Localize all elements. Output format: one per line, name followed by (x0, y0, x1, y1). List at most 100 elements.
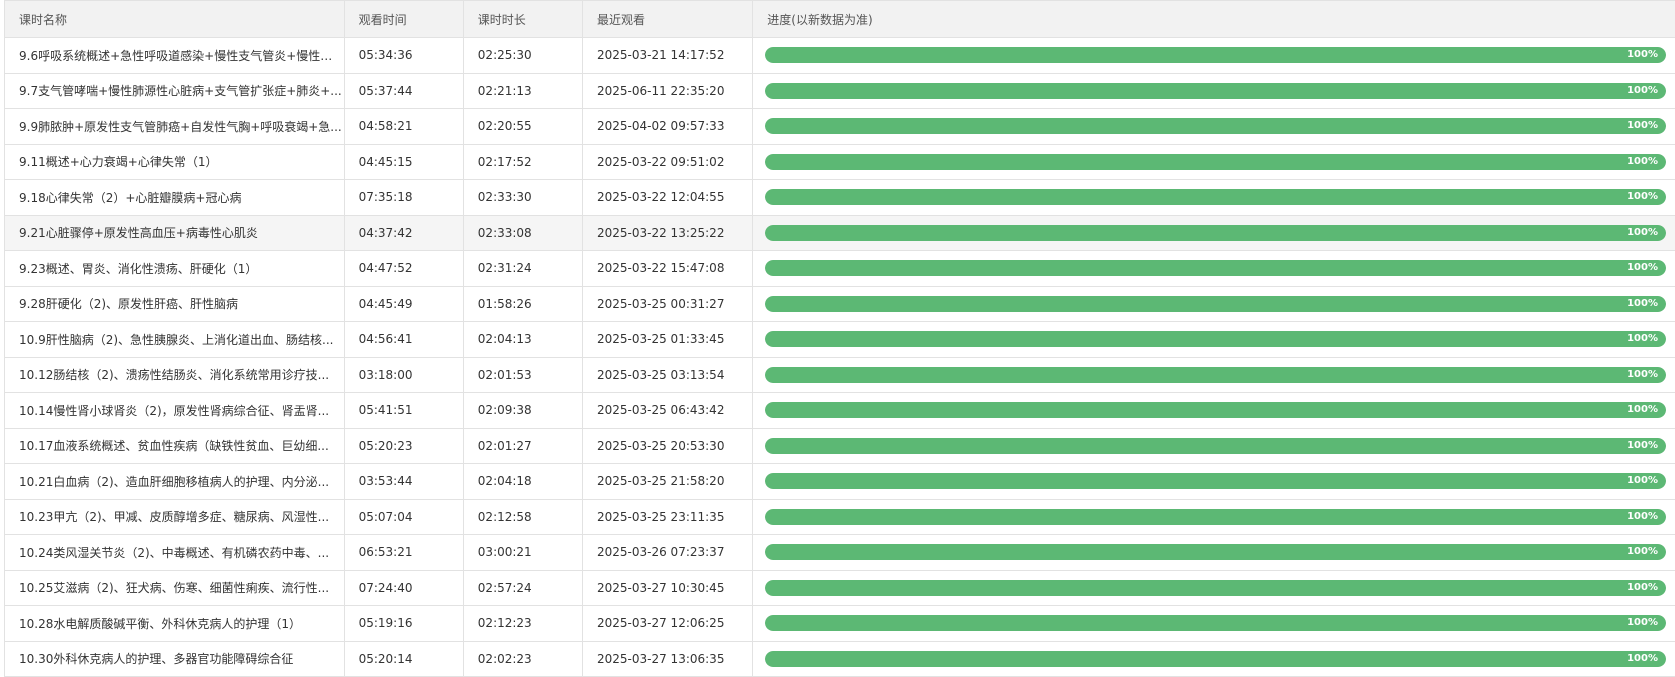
last-watched-cell: 2025-03-25 21:58:20 (583, 464, 753, 500)
progress-bar: 100% (765, 544, 1666, 560)
progress-bar: 100% (765, 225, 1666, 241)
progress-bar-fill (765, 154, 1666, 170)
course-name-cell: 9.21心脏骤停+原发性高血压+病毒性心肌炎 (5, 215, 345, 251)
last-watched-cell: 2025-03-22 12:04:55 (583, 180, 753, 216)
header-watch-time: 观看时间 (344, 1, 463, 38)
progress-cell: 100% (753, 641, 1675, 677)
table-row[interactable]: 9.28肝硬化（2)、原发性肝癌、肝性脑病04:45:4901:58:26202… (5, 286, 1675, 322)
table-row[interactable]: 10.30外科休克病人的护理、多器官功能障碍综合征05:20:1402:02:2… (5, 641, 1675, 677)
last-watched-cell: 2025-04-02 09:57:33 (583, 109, 753, 145)
progress-bar: 100% (765, 296, 1666, 312)
progress-percent-label: 100% (1627, 402, 1658, 418)
table-row[interactable]: 10.25艾滋病（2)、狂犬病、伤寒、细菌性痢疾、流行性...07:24:400… (5, 570, 1675, 606)
progress-percent-label: 100% (1627, 83, 1658, 99)
last-watched-cell: 2025-03-22 15:47:08 (583, 251, 753, 287)
watch-time-cell: 05:34:36 (344, 38, 463, 74)
header-duration: 课时时长 (463, 1, 582, 38)
table-row[interactable]: 10.24类风湿关节炎（2)、中毒概述、有机磷农药中毒、...06:53:210… (5, 535, 1675, 571)
progress-bar-fill (765, 473, 1666, 489)
table-row[interactable]: 10.23甲亢（2)、甲减、皮质醇增多症、糖尿病、风湿性...05:07:040… (5, 499, 1675, 535)
table-row[interactable]: 10.12肠结核（2)、溃疡性结肠炎、消化系统常用诊疗技...03:18:000… (5, 357, 1675, 393)
table-row[interactable]: 10.17血液系统概述、贫血性疾病（缺铁性贫血、巨幼细...05:20:2302… (5, 428, 1675, 464)
watch-time-cell: 07:24:40 (344, 570, 463, 606)
progress-bar: 100% (765, 260, 1666, 276)
table-row[interactable]: 10.14慢性肾小球肾炎（2)，原发性肾病综合征、肾盂肾...05:41:510… (5, 393, 1675, 429)
watch-time-cell: 03:18:00 (344, 357, 463, 393)
progress-cell: 100% (753, 251, 1675, 287)
course-name-cell: 10.14慢性肾小球肾炎（2)，原发性肾病综合征、肾盂肾... (5, 393, 345, 429)
last-watched-cell: 2025-03-22 13:25:22 (583, 215, 753, 251)
progress-bar-fill (765, 438, 1666, 454)
progress-percent-label: 100% (1627, 509, 1658, 525)
progress-bar-fill (765, 118, 1666, 134)
progress-bar-fill (765, 367, 1666, 383)
course-name-cell: 10.9肝性脑病（2)、急性胰腺炎、上消化道出血、肠结核... (5, 322, 345, 358)
progress-bar: 100% (765, 580, 1666, 596)
progress-bar: 100% (765, 118, 1666, 134)
progress-percent-label: 100% (1627, 225, 1658, 241)
progress-bar-fill (765, 47, 1666, 63)
progress-cell: 100% (753, 357, 1675, 393)
progress-bar-fill (765, 580, 1666, 596)
progress-cell: 100% (753, 464, 1675, 500)
watch-time-cell: 05:20:23 (344, 428, 463, 464)
duration-cell: 02:02:23 (463, 641, 582, 677)
table-row[interactable]: 9.7支气管哮喘+慢性肺源性心脏病+支气管扩张症+肺炎+...05:37:440… (5, 73, 1675, 109)
course-progress-table: 课时名称 观看时间 课时时长 最近观看 进度(以新数据为准) 9.6呼吸系统概述… (4, 0, 1675, 677)
duration-cell: 02:01:53 (463, 357, 582, 393)
course-name-cell: 10.30外科休克病人的护理、多器官功能障碍综合征 (5, 641, 345, 677)
progress-bar: 100% (765, 615, 1666, 631)
duration-cell: 02:57:24 (463, 570, 582, 606)
duration-cell: 02:20:55 (463, 109, 582, 145)
table-row[interactable]: 9.11概述+心力衰竭+心律失常（1）04:45:1502:17:522025-… (5, 144, 1675, 180)
course-name-cell: 10.25艾滋病（2)、狂犬病、伤寒、细菌性痢疾、流行性... (5, 570, 345, 606)
progress-percent-label: 100% (1627, 580, 1658, 596)
progress-cell: 100% (753, 535, 1675, 571)
duration-cell: 03:00:21 (463, 535, 582, 571)
duration-cell: 02:33:30 (463, 180, 582, 216)
progress-bar-fill (765, 331, 1666, 347)
progress-cell: 100% (753, 393, 1675, 429)
table-row[interactable]: 9.21心脏骤停+原发性高血压+病毒性心肌炎04:37:4202:33:0820… (5, 215, 1675, 251)
course-name-cell: 9.6呼吸系统概述+急性呼吸道感染+慢性支气管炎+慢性阻... (5, 38, 345, 74)
course-name-cell: 9.9肺脓肿+原发性支气管肺癌+自发性气胸+呼吸衰竭+急... (5, 109, 345, 145)
progress-bar-fill (765, 225, 1666, 241)
table-row[interactable]: 9.9肺脓肿+原发性支气管肺癌+自发性气胸+呼吸衰竭+急...04:58:210… (5, 109, 1675, 145)
table-row[interactable]: 9.6呼吸系统概述+急性呼吸道感染+慢性支气管炎+慢性阻...05:34:360… (5, 38, 1675, 74)
watch-time-cell: 04:45:15 (344, 144, 463, 180)
progress-cell: 100% (753, 109, 1675, 145)
table-row[interactable]: 9.18心律失常（2）+心脏瓣膜病+冠心病07:35:1802:33:30202… (5, 180, 1675, 216)
progress-cell: 100% (753, 570, 1675, 606)
watch-time-cell: 06:53:21 (344, 535, 463, 571)
table-row[interactable]: 10.28水电解质酸碱平衡、外科休克病人的护理（1）05:19:1602:12:… (5, 606, 1675, 642)
watch-time-cell: 04:56:41 (344, 322, 463, 358)
table-row[interactable]: 10.9肝性脑病（2)、急性胰腺炎、上消化道出血、肠结核...04:56:410… (5, 322, 1675, 358)
duration-cell: 02:33:08 (463, 215, 582, 251)
course-name-cell: 9.28肝硬化（2)、原发性肝癌、肝性脑病 (5, 286, 345, 322)
table-row[interactable]: 9.23概述、胃炎、消化性溃疡、肝硬化（1）04:47:5202:31:2420… (5, 251, 1675, 287)
course-name-cell: 10.21白血病（2)、造血肝细胞移植病人的护理、内分泌... (5, 464, 345, 500)
duration-cell: 02:12:23 (463, 606, 582, 642)
last-watched-cell: 2025-03-25 06:43:42 (583, 393, 753, 429)
progress-percent-label: 100% (1627, 367, 1658, 383)
duration-cell: 02:12:58 (463, 499, 582, 535)
watch-time-cell: 04:37:42 (344, 215, 463, 251)
course-name-cell: 10.17血液系统概述、贫血性疾病（缺铁性贫血、巨幼细... (5, 428, 345, 464)
table-row[interactable]: 10.21白血病（2)、造血肝细胞移植病人的护理、内分泌...03:53:440… (5, 464, 1675, 500)
watch-time-cell: 05:37:44 (344, 73, 463, 109)
course-name-cell: 9.18心律失常（2）+心脏瓣膜病+冠心病 (5, 180, 345, 216)
progress-bar: 100% (765, 331, 1666, 347)
progress-percent-label: 100% (1627, 154, 1658, 170)
progress-percent-label: 100% (1627, 189, 1658, 205)
progress-bar: 100% (765, 189, 1666, 205)
last-watched-cell: 2025-03-26 07:23:37 (583, 535, 753, 571)
progress-bar: 100% (765, 651, 1666, 667)
progress-cell: 100% (753, 428, 1675, 464)
progress-bar-fill (765, 260, 1666, 276)
progress-bar: 100% (765, 367, 1666, 383)
progress-cell: 100% (753, 38, 1675, 74)
duration-cell: 02:09:38 (463, 393, 582, 429)
duration-cell: 02:04:18 (463, 464, 582, 500)
watch-time-cell: 05:20:14 (344, 641, 463, 677)
progress-bar: 100% (765, 47, 1666, 63)
